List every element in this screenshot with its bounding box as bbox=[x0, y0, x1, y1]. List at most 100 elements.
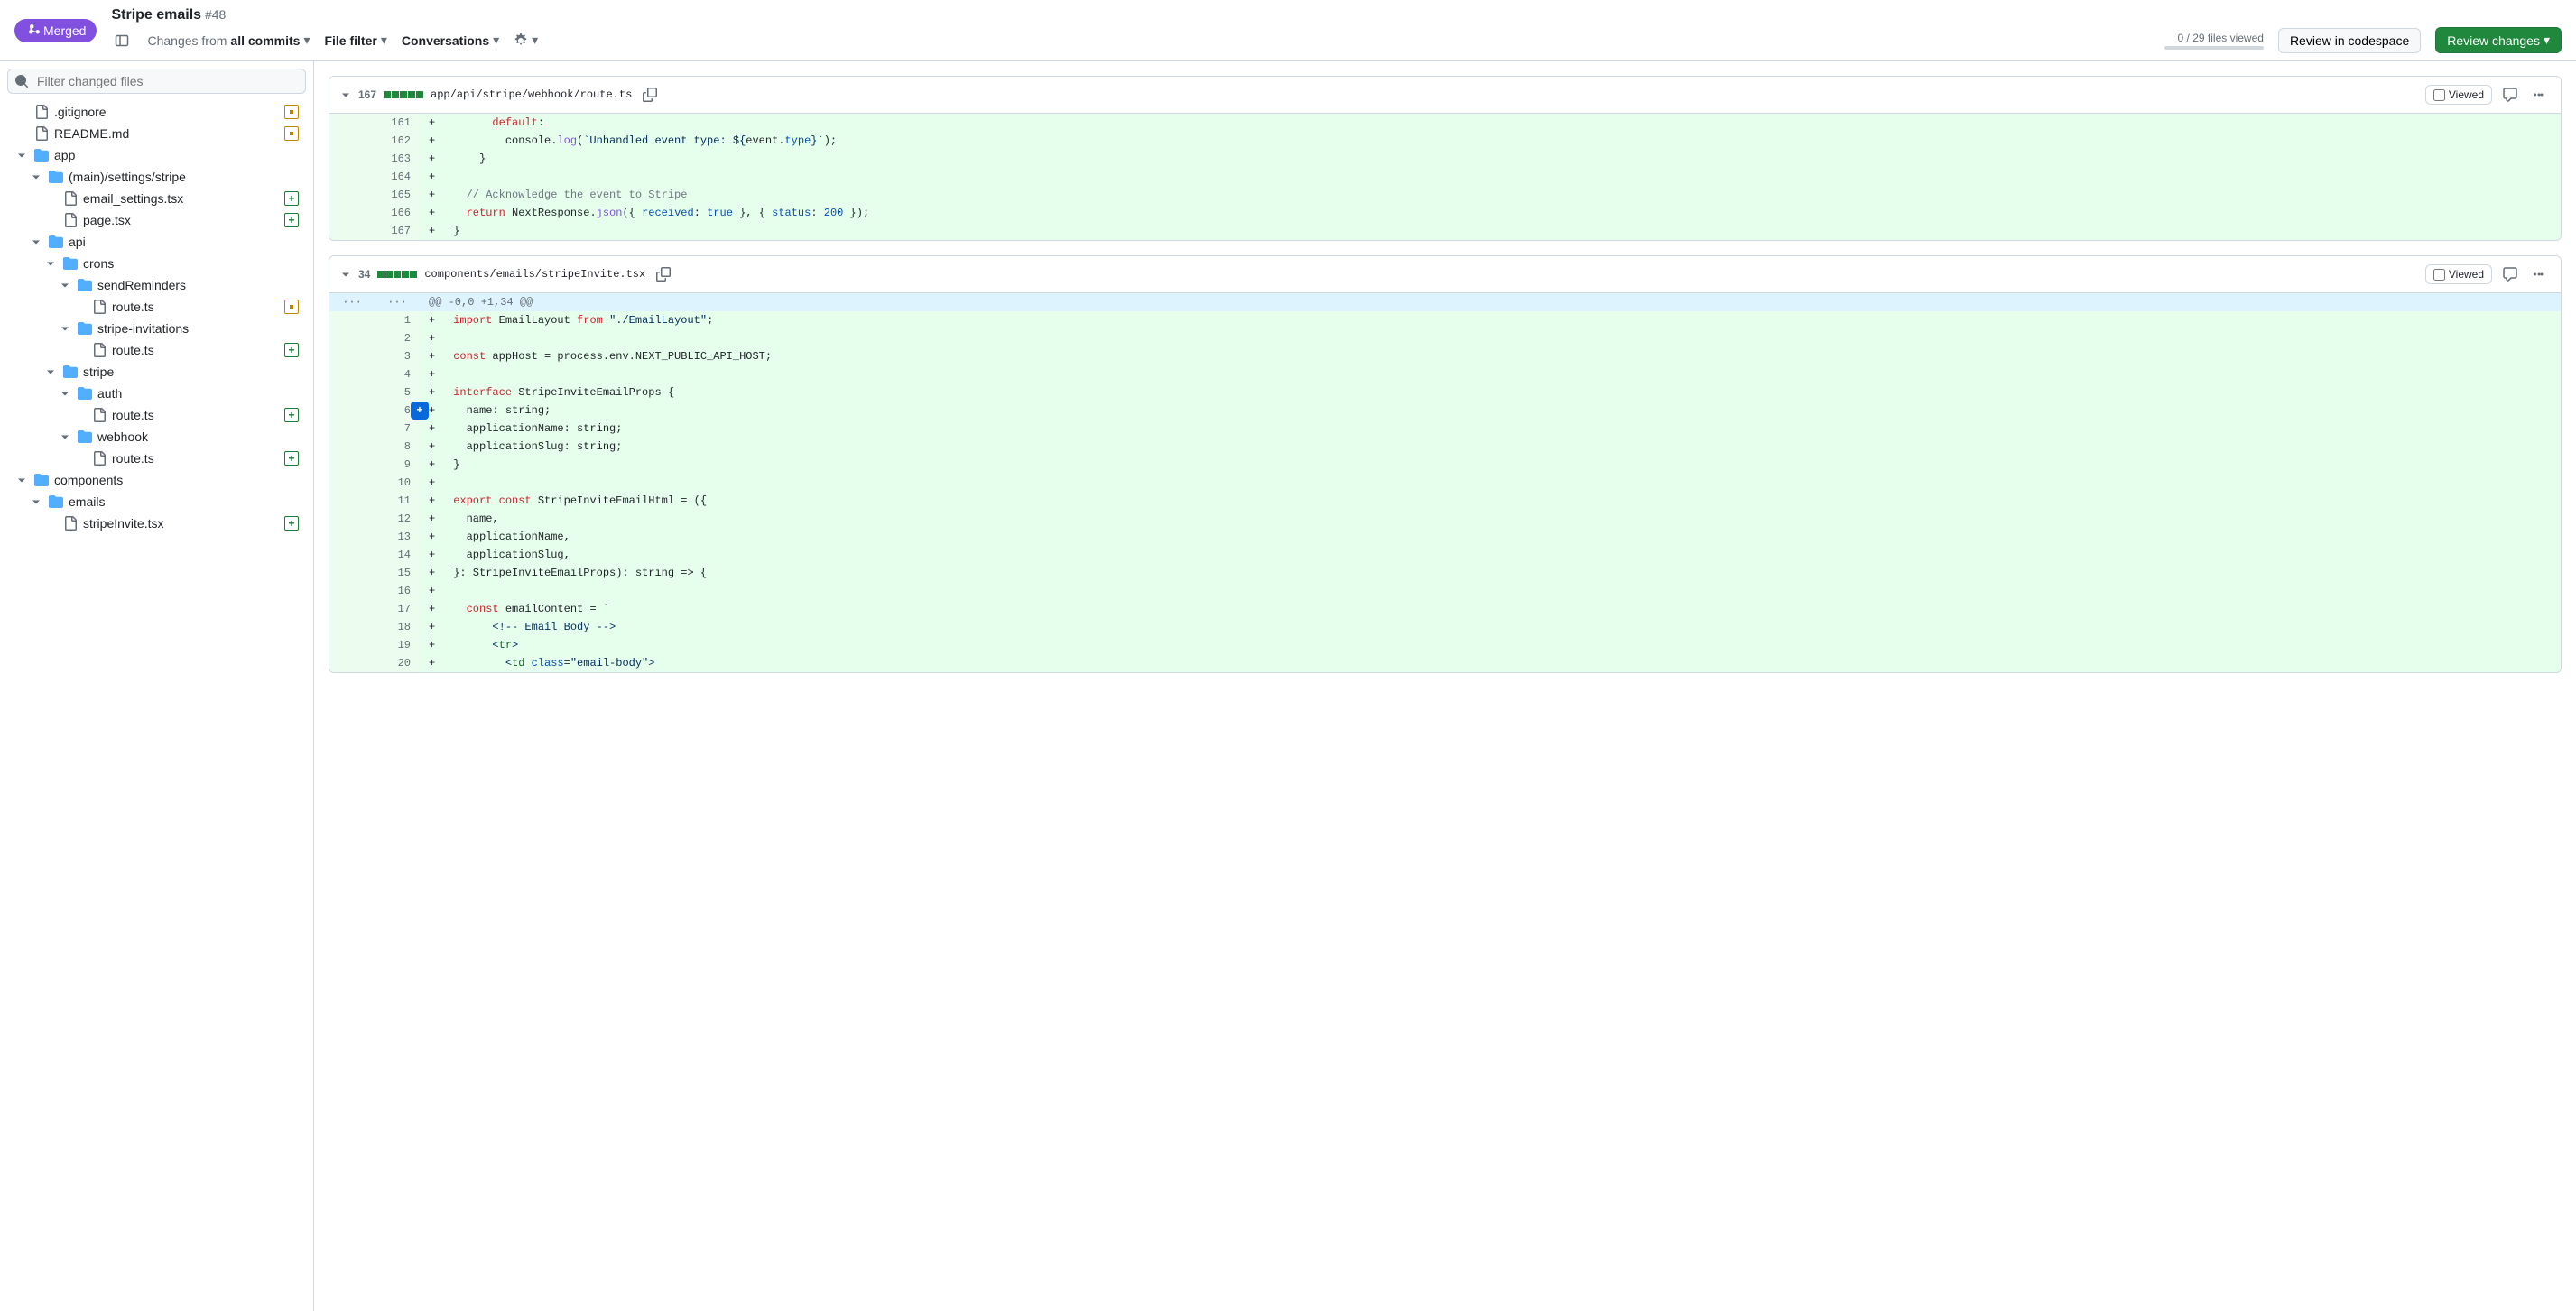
diff-line[interactable]: 163+ } bbox=[329, 150, 2561, 168]
diff-line[interactable]: 16+ bbox=[329, 582, 2561, 600]
diff-line[interactable]: 5+interface StripeInviteEmailProps { bbox=[329, 383, 2561, 402]
line-number-old bbox=[329, 636, 375, 654]
kebab-menu-icon[interactable] bbox=[2528, 263, 2550, 285]
chevron-down-icon[interactable] bbox=[340, 89, 351, 100]
tree-folder[interactable]: auth bbox=[7, 383, 306, 404]
tree-file[interactable]: page.tsx+ bbox=[7, 209, 306, 231]
diff-line[interactable]: 4+ bbox=[329, 365, 2561, 383]
line-number-new: 13 bbox=[375, 528, 420, 546]
diff-line[interactable]: 166+ return NextResponse.json({ received… bbox=[329, 204, 2561, 222]
file-filter-dropdown[interactable]: File filter ▾ bbox=[324, 32, 386, 48]
file-icon bbox=[63, 516, 78, 531]
review-codespace-button[interactable]: Review in codespace bbox=[2278, 28, 2421, 53]
tree-folder[interactable]: webhook bbox=[7, 426, 306, 448]
review-changes-button[interactable]: Review changes ▾ bbox=[2435, 27, 2562, 53]
diff-line[interactable]: 1+import EmailLayout from "./EmailLayout… bbox=[329, 311, 2561, 329]
line-number-new: 5 bbox=[375, 383, 420, 402]
sidebar-toggle-icon[interactable] bbox=[111, 30, 133, 51]
diff-line[interactable]: 167+} bbox=[329, 222, 2561, 240]
diff-line[interactable]: 13+ applicationName, bbox=[329, 528, 2561, 546]
viewed-checkbox[interactable]: Viewed bbox=[2425, 85, 2492, 105]
tree-folder[interactable]: (main)/settings/stripe bbox=[7, 166, 306, 188]
tree-folder[interactable]: stripe-invitations bbox=[7, 318, 306, 339]
status-added-icon: + bbox=[284, 213, 299, 227]
diff-line[interactable]: 162+ console.log(`Unhandled event type: … bbox=[329, 132, 2561, 150]
tree-file[interactable]: email_settings.tsx+ bbox=[7, 188, 306, 209]
line-code: const appHost = process.env.NEXT_PUBLIC_… bbox=[444, 347, 2561, 365]
diff-line[interactable]: 161+ default: bbox=[329, 114, 2561, 132]
diff-line[interactable]: 15+}: StripeInviteEmailProps): string =>… bbox=[329, 564, 2561, 582]
diff-line[interactable]: 3+const appHost = process.env.NEXT_PUBLI… bbox=[329, 347, 2561, 365]
chevron-down-icon: ▾ bbox=[303, 32, 310, 48]
line-number-old bbox=[329, 438, 375, 456]
expand-icon[interactable]: ··· bbox=[329, 293, 375, 311]
diff-line[interactable]: 20+ <td class="email-body"> bbox=[329, 654, 2561, 672]
tree-file[interactable]: route.ts+ bbox=[7, 339, 306, 361]
diff-line[interactable]: 6++ name: string; bbox=[329, 402, 2561, 420]
expand-icon[interactable]: ··· bbox=[375, 293, 420, 311]
tree-folder[interactable]: sendReminders bbox=[7, 274, 306, 296]
chevron-down-icon: ▾ bbox=[2544, 32, 2550, 48]
diff-line[interactable]: 164+ bbox=[329, 168, 2561, 186]
comment-icon[interactable] bbox=[2499, 263, 2521, 285]
tree-file[interactable]: route.ts+ bbox=[7, 448, 306, 469]
tree-folder[interactable]: stripe bbox=[7, 361, 306, 383]
diff-line[interactable]: 18+ <!-- Email Body --> bbox=[329, 618, 2561, 636]
line-number-old bbox=[329, 510, 375, 528]
line-code: export const StripeInviteEmailHtml = ({ bbox=[444, 492, 2561, 510]
diff-line[interactable]: 165+ // Acknowledge the event to Stripe bbox=[329, 186, 2561, 204]
line-code bbox=[444, 474, 2561, 492]
diff-line[interactable]: 19+ <tr> bbox=[329, 636, 2561, 654]
status-added-icon: + bbox=[284, 408, 299, 422]
diff-line[interactable]: 11+export const StripeInviteEmailHtml = … bbox=[329, 492, 2561, 510]
file-path[interactable]: components/emails/stripeInvite.tsx bbox=[424, 268, 645, 281]
diff-line[interactable]: 9+} bbox=[329, 456, 2561, 474]
diff-line[interactable]: 2+ bbox=[329, 329, 2561, 347]
add-comment-button[interactable]: + bbox=[411, 402, 429, 420]
folder-icon bbox=[78, 278, 92, 292]
chevron-down-icon bbox=[29, 171, 43, 182]
diff-line[interactable]: 17+ const emailContent = ` bbox=[329, 600, 2561, 618]
copy-path-icon[interactable] bbox=[639, 84, 661, 106]
diff-line[interactable]: 10+ bbox=[329, 474, 2561, 492]
file-diff-block: 167app/api/stripe/webhook/route.ts Viewe… bbox=[329, 76, 2562, 241]
tree-file[interactable]: route.ts bbox=[7, 296, 306, 318]
diff-line[interactable]: 7+ applicationName: string; bbox=[329, 420, 2561, 438]
file-path[interactable]: app/api/stripe/webhook/route.ts bbox=[431, 88, 632, 101]
merged-label: Merged bbox=[43, 23, 86, 38]
conversations-dropdown[interactable]: Conversations ▾ bbox=[402, 32, 499, 48]
diff-sign: + bbox=[420, 528, 444, 546]
tree-file[interactable]: README.md bbox=[7, 123, 306, 144]
tree-folder[interactable]: emails bbox=[7, 491, 306, 512]
line-number-old bbox=[329, 150, 375, 168]
line-number-new: 17 bbox=[375, 600, 420, 618]
tree-folder[interactable]: crons bbox=[7, 253, 306, 274]
folder-icon bbox=[63, 256, 78, 271]
tree-item-label: route.ts bbox=[112, 408, 279, 422]
diff-sign: + bbox=[420, 654, 444, 672]
kebab-menu-icon[interactable] bbox=[2528, 84, 2550, 106]
line-number-new: 2 bbox=[375, 329, 420, 347]
chevron-down-icon bbox=[14, 475, 29, 485]
tree-folder[interactable]: app bbox=[7, 144, 306, 166]
diff-line[interactable]: 14+ applicationSlug, bbox=[329, 546, 2561, 564]
chevron-down-icon[interactable] bbox=[340, 269, 351, 280]
settings-dropdown[interactable]: ▾ bbox=[514, 32, 538, 48]
line-code: <!-- Email Body --> bbox=[444, 618, 2561, 636]
chevron-down-icon bbox=[58, 280, 72, 291]
search-icon bbox=[14, 74, 29, 88]
changes-from-dropdown[interactable]: Changes from all commits ▾ bbox=[147, 32, 310, 48]
diff-sign: + bbox=[420, 383, 444, 402]
tree-file[interactable]: stripeInvite.tsx+ bbox=[7, 512, 306, 534]
copy-path-icon[interactable] bbox=[653, 263, 674, 285]
tree-file[interactable]: .gitignore bbox=[7, 101, 306, 123]
viewed-checkbox[interactable]: Viewed bbox=[2425, 264, 2492, 284]
diff-line[interactable]: 8+ applicationSlug: string; bbox=[329, 438, 2561, 456]
tree-folder[interactable]: components bbox=[7, 469, 306, 491]
tree-item-label: route.ts bbox=[112, 343, 279, 357]
filter-files-input[interactable] bbox=[7, 69, 306, 94]
tree-folder[interactable]: api bbox=[7, 231, 306, 253]
diff-line[interactable]: 12+ name, bbox=[329, 510, 2561, 528]
comment-icon[interactable] bbox=[2499, 84, 2521, 106]
tree-file[interactable]: route.ts + bbox=[7, 404, 306, 426]
